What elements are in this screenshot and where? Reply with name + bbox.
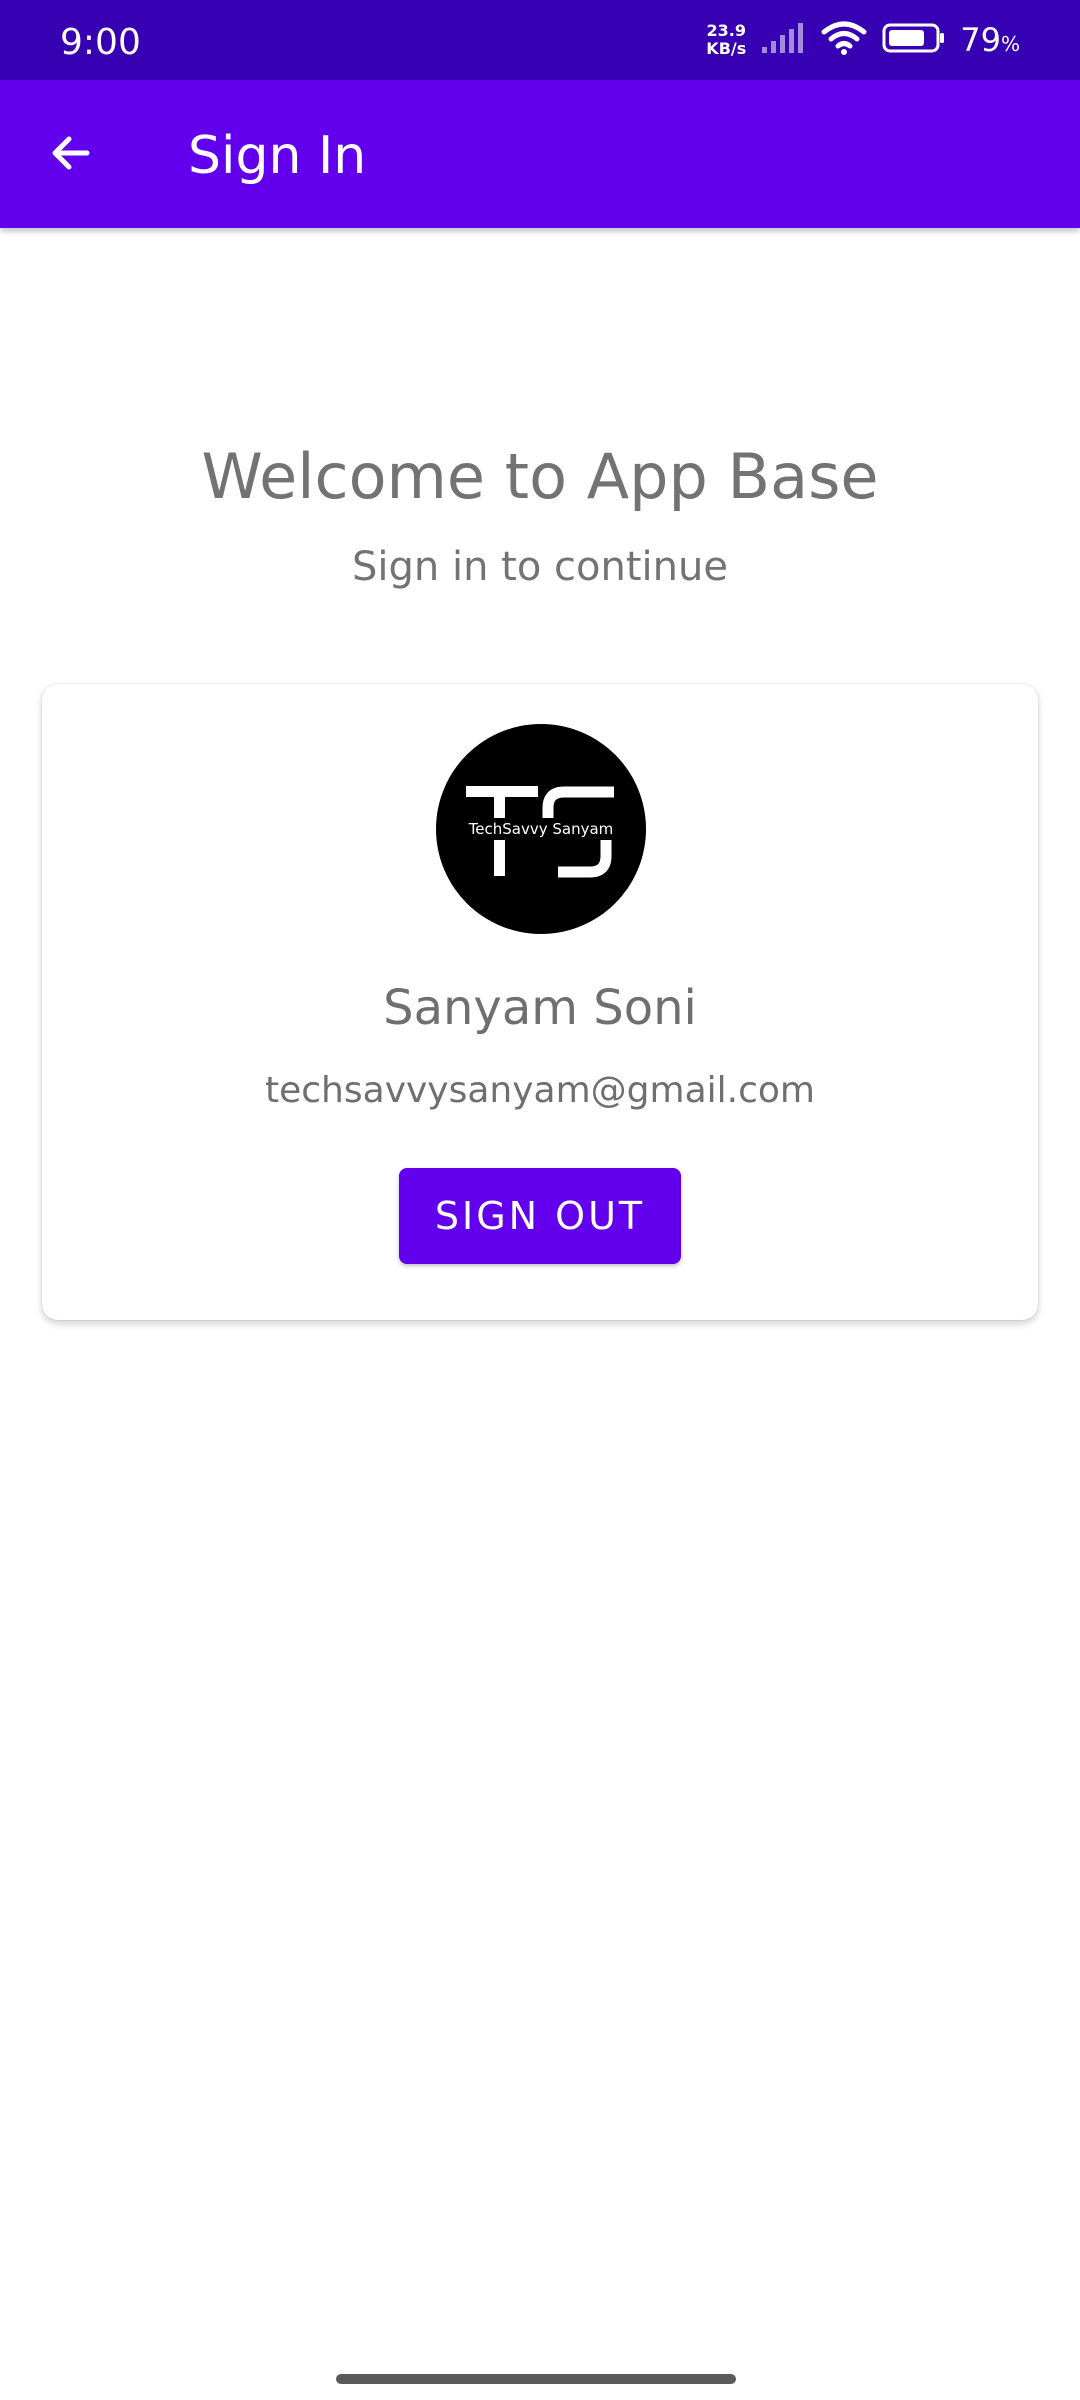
battery-percent-value: 79 (960, 21, 1001, 59)
app-bar: Sign In (0, 80, 1080, 228)
battery-percent-sign: % (1000, 32, 1020, 56)
welcome-subtitle: Sign in to continue (352, 544, 728, 590)
arrow-back-icon (47, 129, 95, 181)
status-time: 9:00 (60, 22, 141, 63)
network-speed-unit: KB/s (706, 39, 747, 58)
status-icons: 23.9 KB/s 79% (706, 20, 1020, 60)
back-button[interactable] (36, 120, 106, 190)
profile-card: TechSavvy Sanyam Sanyam Soni techsavvysa… (42, 684, 1038, 1320)
battery-icon (882, 21, 946, 59)
network-speed: 23.9 KB/s (706, 22, 746, 58)
screen: 9:00 23.9 KB/s 79% Sign In Welcome to Ap… (0, 0, 1080, 2400)
welcome-title: Welcome to App Base (201, 440, 879, 513)
avatar-logo: TechSavvy Sanyam (464, 786, 618, 878)
network-speed-value: 23.9 (706, 21, 747, 40)
signal-icon (760, 21, 806, 59)
wifi-icon (820, 20, 868, 60)
page-title: Sign In (188, 126, 367, 186)
svg-text:TechSavvy Sanyam: TechSavvy Sanyam (468, 820, 614, 838)
sign-out-button[interactable]: SIGN OUT (399, 1168, 681, 1264)
status-bar: 9:00 23.9 KB/s 79% (0, 0, 1080, 80)
gesture-bar[interactable] (336, 2374, 736, 2384)
user-name: Sanyam Soni (383, 980, 697, 1036)
user-email: techsavvysanyam@gmail.com (265, 1070, 815, 1111)
battery-percent: 79% (960, 21, 1020, 59)
avatar: TechSavvy Sanyam (436, 724, 646, 934)
